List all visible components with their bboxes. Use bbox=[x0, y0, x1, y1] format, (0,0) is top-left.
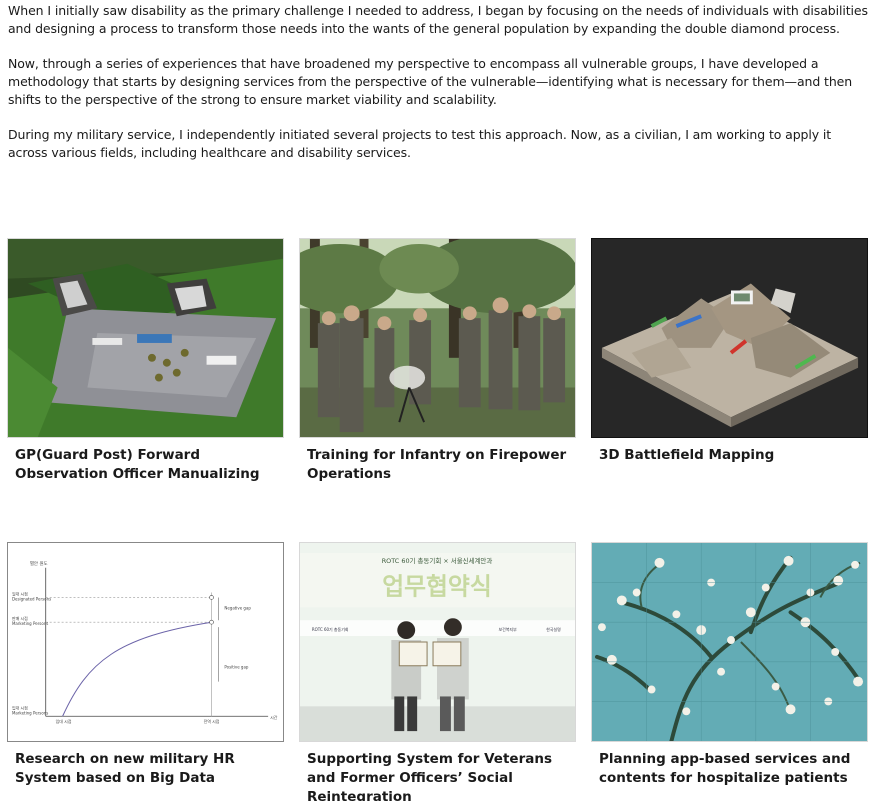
ceremony-logo: 한국실명 bbox=[546, 627, 561, 632]
hr-chart-y-label: Marketing Persons bbox=[12, 710, 48, 715]
intro-paragraph: During my military service, I independen… bbox=[8, 127, 832, 160]
project-title: Research on new military HR System based… bbox=[15, 751, 235, 786]
project-image-soldiers[interactable] bbox=[299, 238, 576, 438]
project-title: GP(Guard Post) Forward Observation Offic… bbox=[15, 447, 260, 482]
intro-paragraph: Now, through a series of experiences tha… bbox=[8, 56, 853, 107]
project-card-gp[interactable]: GP(Guard Post) Forward Observation Offic… bbox=[7, 238, 285, 484]
project-card-hr-system[interactable]: 별안 원도 일대 시점 Designated Persons 판매 시점 Mar… bbox=[7, 542, 285, 788]
project-title: 3D Battlefield Mapping bbox=[599, 447, 775, 463]
hr-chart-x-label: 전역 시점 bbox=[204, 719, 220, 724]
hr-chart-positive-gap: Positive gap bbox=[224, 665, 248, 670]
project-title: Supporting System for Veterans and Forme… bbox=[307, 751, 552, 801]
project-image-terrain[interactable] bbox=[591, 238, 868, 438]
ceremony-logo: 보건복지부 bbox=[499, 627, 518, 632]
project-image-gp-model[interactable] bbox=[7, 238, 284, 438]
project-image-hr-chart[interactable]: 별안 원도 일대 시점 Designated Persons 판매 시점 Mar… bbox=[7, 542, 284, 742]
project-card-3d-mapping[interactable]: 3D Battlefield Mapping bbox=[591, 238, 869, 465]
ceremony-banner-top: ROTC 60기 총동기회 × 서울신세계안과 bbox=[382, 556, 493, 565]
hr-chart-y-title: 별안 원도 bbox=[30, 560, 48, 567]
project-card-hospital-app[interactable]: Planning app-based services and contents… bbox=[591, 542, 869, 788]
ceremony-banner-main: 업무협약식 bbox=[382, 573, 492, 601]
intro-paragraph: When I initially saw disability as the p… bbox=[8, 3, 868, 36]
ceremony-logo: ROTC 60기 총동기회 bbox=[312, 627, 349, 632]
intro-text: When I initially saw disability as the p… bbox=[8, 2, 870, 179]
hr-chart-negative-gap: Negative gap bbox=[224, 605, 251, 610]
hr-chart-x-label: 입대 시점 bbox=[56, 719, 72, 724]
hr-chart-y-label: Designated Persons bbox=[12, 596, 51, 601]
project-card-veterans[interactable]: ROTC 60기 총동기회 × 서울신세계안과 업무협약식 ROTC 60기 총… bbox=[299, 542, 577, 801]
project-image-almond-blossom[interactable] bbox=[591, 542, 868, 742]
hr-chart-x-label: 시간 bbox=[270, 715, 278, 720]
project-title: Training for Infantry on Firepower Opera… bbox=[307, 447, 567, 482]
project-card-infantry-training[interactable]: Training for Infantry on Firepower Opera… bbox=[299, 238, 577, 484]
project-title: Planning app-based services and contents… bbox=[599, 751, 851, 786]
project-image-ceremony[interactable]: ROTC 60기 총동기회 × 서울신세계안과 업무협약식 ROTC 60기 총… bbox=[299, 542, 576, 742]
hr-chart-y-label: Marketing Persons bbox=[12, 621, 48, 626]
